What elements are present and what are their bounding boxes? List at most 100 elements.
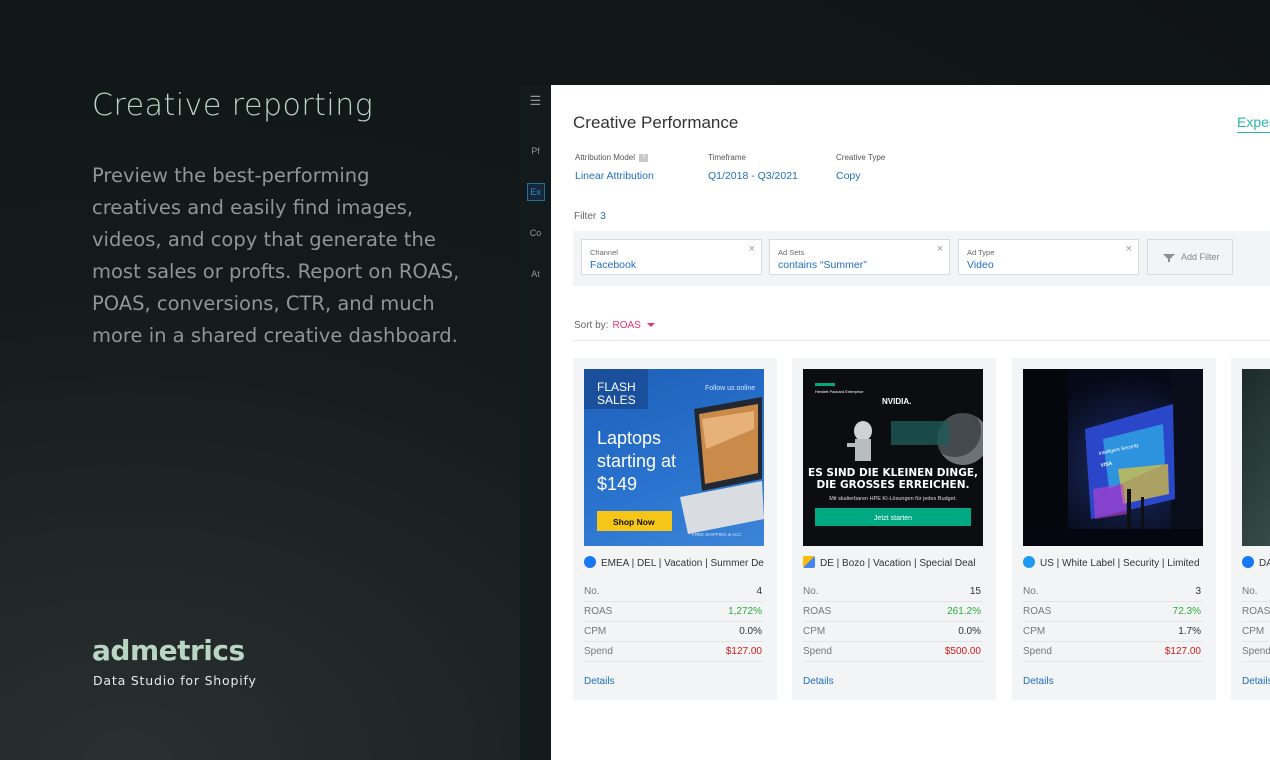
creative-thumbnail[interactable]: Hewlett Packard Enterprise NVIDIA. ES SI… — [803, 369, 983, 546]
stat-value: $500.00 — [944, 646, 981, 657]
timeframe-selector[interactable]: Timeframe Q1/2018 - Q3/2021 — [708, 153, 798, 184]
hero-description: Preview the best-performing creatives an… — [92, 164, 460, 347]
stat-value: 72.3% — [1172, 606, 1201, 617]
twitter-icon — [1023, 556, 1035, 568]
stat-label: ROAS — [1242, 606, 1270, 617]
stat-row: Spend — [1242, 642, 1270, 662]
filter-count: 3 — [600, 211, 606, 222]
creative-stats: No. 15 ROAS 261.2% CPM 0.0% Spend $500.00 — [803, 582, 983, 662]
creative-title: US | White Label | Security | Limited — [1023, 556, 1203, 569]
stat-label: No. — [1242, 586, 1258, 597]
details-link[interactable]: Details — [584, 676, 615, 687]
ad-text: FLASH — [597, 380, 636, 394]
stat-label: ROAS — [1023, 606, 1052, 617]
creative-title-text: EMEA | DEL | Vacation | Summer De — [601, 558, 764, 569]
ad-text: starting at — [597, 451, 676, 471]
creative-card[interactable]: FLASH SALES Follow us online Laptops sta… — [573, 358, 777, 700]
details-link[interactable]: Details — [1023, 676, 1054, 687]
creative-title-text: DA — [1259, 558, 1270, 569]
ad-text: $149 — [597, 474, 637, 494]
creative-type-value[interactable]: Copy — [836, 170, 861, 182]
close-icon[interactable]: × — [749, 243, 755, 255]
filter-icon-stem — [1168, 259, 1170, 262]
creative-title-text: DE | Bozo | Vacation | Special Deal — [820, 558, 976, 569]
facebook-icon — [1242, 556, 1254, 568]
stat-value: 0.0% — [958, 626, 981, 637]
add-filter-button[interactable]: Add Filter — [1147, 239, 1233, 275]
rail-item-pf[interactable]: Pf — [520, 146, 551, 156]
stat-label: No. — [803, 586, 819, 597]
filter-chip-value: Facebook — [590, 259, 637, 271]
stat-row: Spend $127.00 — [584, 642, 764, 662]
close-icon[interactable]: × — [1126, 243, 1132, 255]
ad-text: NVIDIA. — [882, 397, 911, 406]
timeframe-value[interactable]: Q1/2018 - Q3/2021 — [708, 170, 798, 182]
stat-label: Spend — [1023, 646, 1052, 657]
experiments-link[interactable]: Experi — [1237, 114, 1270, 130]
stat-row: CPM — [1242, 622, 1270, 642]
creative-card[interactable]: DA No. ROAS CPM Spend Details — [1231, 358, 1270, 700]
filter-chip-channel[interactable]: Channel Facebook × — [581, 239, 762, 275]
app-main-pane: Creative Performance Experi Attribution … — [551, 85, 1270, 760]
creative-thumbnail[interactable]: FLASH SALES Follow us online Laptops sta… — [584, 369, 764, 546]
stat-label: Spend — [1242, 646, 1270, 657]
close-icon[interactable]: × — [937, 243, 943, 255]
stat-value: 261.2% — [947, 606, 981, 617]
filter-chip-ad-type[interactable]: Ad Type Video × — [958, 239, 1139, 275]
stat-value: 4 — [756, 586, 762, 597]
menu-icon[interactable]: ☰ — [520, 93, 551, 109]
stat-label: Spend — [803, 646, 832, 657]
add-filter-label: Add Filter — [1181, 252, 1220, 262]
stat-label: ROAS — [584, 606, 613, 617]
ad-text: Shop Now — [613, 517, 655, 527]
rail-item-at[interactable]: At — [520, 269, 551, 279]
attribution-model-value[interactable]: Linear Attribution — [575, 170, 654, 182]
creative-type-selector[interactable]: Creative Type Copy — [836, 153, 885, 184]
laptop-ad-art: FLASH SALES Follow us online Laptops sta… — [584, 369, 764, 537]
creative-card[interactable]: Intelligent Security VISA US | White Lab… — [1012, 358, 1216, 700]
stat-value: $127.00 — [1164, 646, 1201, 657]
sort-value[interactable]: ROAS — [612, 320, 640, 331]
details-link[interactable]: Details — [1242, 676, 1270, 687]
rail-item-co[interactable]: Co — [520, 228, 551, 238]
stat-label: CPM — [803, 626, 826, 637]
creative-thumbnail[interactable]: Intelligent Security VISA — [1023, 369, 1203, 546]
stat-row: ROAS — [1242, 602, 1270, 622]
creative-type-label: Creative Type — [836, 153, 886, 162]
stat-value: 15 — [969, 586, 981, 597]
details-link[interactable]: Details — [803, 676, 834, 687]
filter-chip-ad-sets[interactable]: Ad Sets contains “Summer” × — [769, 239, 950, 275]
stat-row: ROAS 72.3% — [1023, 602, 1203, 622]
caret-down-icon[interactable] — [646, 323, 655, 328]
stat-value: $127.00 — [725, 646, 762, 657]
ad-text: DIE GROSSES ERREICHEN. — [817, 479, 970, 491]
facebook-icon — [584, 556, 596, 568]
attribution-model-selector[interactable]: Attribution Model? Linear Attribution — [575, 153, 654, 184]
creative-card[interactable]: Hewlett Packard Enterprise NVIDIA. ES SI… — [792, 358, 996, 700]
creative-title: DE | Bozo | Vacation | Special Deal — [803, 556, 983, 569]
stat-value: 1,272% — [728, 606, 762, 617]
ad-text: Hewlett Packard Enterprise — [815, 389, 864, 394]
stat-label: CPM — [1023, 626, 1046, 637]
filter-chip-value: Video — [967, 259, 994, 271]
stat-row: ROAS 1,272% — [584, 602, 764, 622]
creative-title: EMEA | DEL | Vacation | Summer De — [584, 556, 764, 569]
creative-thumbnail[interactable] — [1242, 369, 1270, 546]
stat-row: CPM 1.7% — [1023, 622, 1203, 642]
rail-item-ex[interactable]: Ex — [520, 183, 551, 201]
filter-heading: Filter 3 — [574, 211, 606, 222]
stat-label: ROAS — [803, 606, 832, 617]
divider — [573, 340, 1270, 341]
sort-control[interactable]: Sort by: ROAS — [574, 320, 655, 331]
creative-stats: No. 3 ROAS 72.3% CPM 1.7% Spend $127.00 — [1023, 582, 1203, 662]
hpe-ad-art: Hewlett Packard Enterprise NVIDIA. ES SI… — [808, 383, 983, 526]
stat-label: CPM — [584, 626, 607, 637]
stat-row: CPM 0.0% — [803, 622, 983, 642]
ad-text: Follow us online — [705, 385, 755, 392]
attribution-model-label: Attribution Model? — [575, 153, 654, 162]
brand-tagline: Data Studio for Shopify — [93, 673, 257, 688]
info-icon[interactable]: ? — [639, 153, 649, 162]
creative-stats: No. ROAS CPM Spend — [1242, 582, 1270, 662]
stat-row: ROAS 261.2% — [803, 602, 983, 622]
stat-row: No. — [1242, 582, 1270, 602]
